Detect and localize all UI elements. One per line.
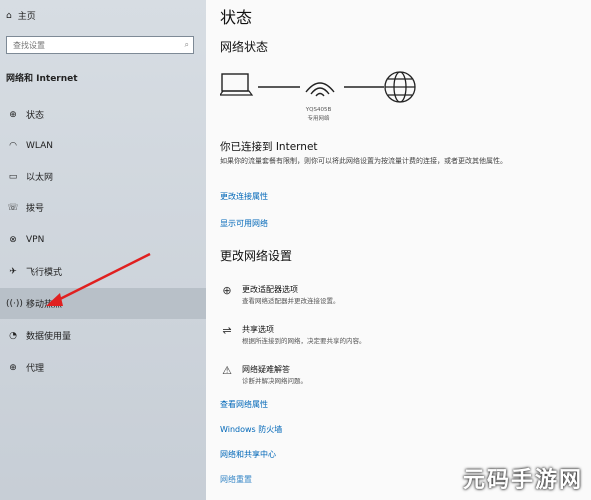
search-input[interactable] — [11, 39, 175, 51]
wifi-router-icon — [305, 82, 335, 97]
option-desc: 查看网络适配器并更改连接设置。 — [242, 297, 340, 305]
warning-icon: ⚠ — [222, 364, 232, 377]
windows-firewall-link[interactable]: Windows 防火墙 — [220, 424, 282, 435]
hotspot-icon: ((·)) — [6, 298, 23, 309]
sidebar-item-label: 数据使用量 — [26, 332, 72, 342]
search-box[interactable]: ⌕ — [6, 36, 194, 54]
network-name: YQS405B — [305, 107, 332, 113]
sharing-icon: ⇌ — [222, 324, 232, 337]
sidebar: ⌂ 主页 ⌕ 网络和 Internet ⊕ 状态 ◠ WLAN ▭ 以太网 ☏ … — [0, 0, 206, 500]
network-status-heading: 网络状态 — [220, 40, 269, 54]
page-title: 状态 — [220, 8, 253, 27]
adapter-options[interactable]: ⊕ 更改适配器选项 查看网络适配器并更改连接设置。 — [220, 284, 340, 306]
sidebar-item-label: 状态 — [26, 111, 45, 121]
show-available-networks-link[interactable]: 显示可用网络 — [220, 218, 268, 229]
sidebar-item-label: 代理 — [26, 364, 45, 374]
option-title: 网络疑难解答 — [242, 365, 290, 374]
sidebar-item-airplane[interactable]: ✈ 飞行模式 — [0, 256, 206, 287]
network-sharing-center-link[interactable]: 网络和共享中心 — [220, 449, 276, 460]
sidebar-item-label: WLAN — [26, 140, 54, 151]
airplane-icon: ✈ — [9, 266, 17, 277]
connected-status: 你已连接到 Internet — [220, 141, 318, 153]
option-title: 共享选项 — [242, 325, 274, 334]
vpn-icon: ⊗ — [9, 234, 17, 245]
change-settings-heading: 更改网络设置 — [220, 249, 293, 263]
sidebar-item-label: 移动热点 — [26, 300, 63, 310]
sharing-options[interactable]: ⇌ 共享选项 根据所连接到的网络，决定要共享的内容。 — [220, 324, 366, 346]
sidebar-item-vpn[interactable]: ⊗ VPN — [0, 224, 206, 255]
sidebar-item-ethernet[interactable]: ▭ 以太网 — [0, 161, 206, 192]
dialup-icon: ☏ — [7, 202, 19, 213]
adapter-icon: ⊕ — [222, 284, 232, 297]
sidebar-item-label: 拨号 — [26, 204, 45, 214]
network-reset-link[interactable]: 网络重置 — [220, 474, 252, 485]
search-icon[interactable]: ⌕ — [185, 40, 189, 50]
status-icon: ⊕ — [9, 109, 17, 120]
laptop-icon — [220, 73, 254, 96]
network-label: YQS405B 专用网络 — [296, 106, 341, 124]
home-label: 主页 — [17, 12, 36, 22]
network-troubleshooter[interactable]: ⚠ 网络疑难解答 诊断并解决网络问题。 — [220, 364, 307, 386]
sidebar-item-label: 飞行模式 — [26, 268, 63, 278]
watermark: 元码手游网 — [462, 468, 583, 493]
option-title: 更改适配器选项 — [242, 285, 298, 294]
sidebar-item-label: 以太网 — [26, 173, 54, 183]
wifi-icon: ◠ — [9, 140, 17, 151]
proxy-icon: ⊕ — [9, 362, 17, 373]
sidebar-item-hotspot[interactable]: ((·)) 移动热点 — [0, 288, 206, 319]
network-type: 专用网络 — [307, 116, 330, 122]
connection-description: 如果你的流量套餐有限制，则你可以将此网络设置为按流量计费的连接，或者更改其他属性… — [220, 157, 507, 165]
globe-icon — [384, 71, 416, 103]
option-desc: 诊断并解决网络问题。 — [242, 377, 307, 385]
change-connection-properties-link[interactable]: 更改连接属性 — [220, 191, 268, 202]
sidebar-item-status[interactable]: ⊕ 状态 — [0, 99, 206, 130]
ethernet-icon: ▭ — [8, 171, 18, 182]
sidebar-item-wlan[interactable]: ◠ WLAN — [0, 130, 206, 161]
sidebar-item-dialup[interactable]: ☏ 拨号 — [0, 192, 206, 223]
sidebar-item-data-usage[interactable]: ◔ 数据使用量 — [0, 320, 206, 351]
section-title: 网络和 Internet — [6, 74, 78, 84]
sidebar-item-label: VPN — [26, 234, 45, 245]
option-desc: 根据所连接到的网络，决定要共享的内容。 — [242, 337, 366, 345]
data-usage-icon: ◔ — [9, 330, 17, 341]
home-icon: ⌂ — [6, 10, 12, 21]
view-network-properties-link[interactable]: 查看网络属性 — [220, 399, 268, 410]
home-nav[interactable]: ⌂ 主页 — [6, 9, 36, 23]
main-panel: 状态 网络状态 YQS405B 专用网络 你已连接到 Internet 如果你的… — [206, 0, 591, 500]
sidebar-item-proxy[interactable]: ⊕ 代理 — [0, 352, 206, 383]
